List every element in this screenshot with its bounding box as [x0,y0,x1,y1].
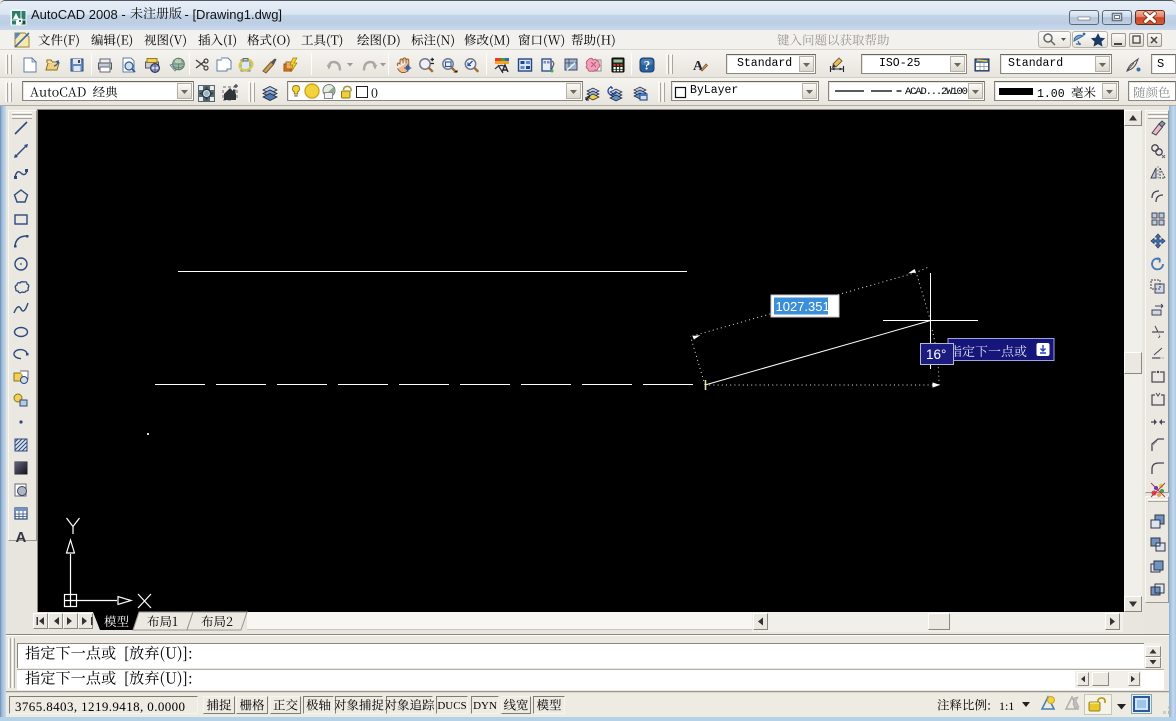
svg-text:1.00: 1.00 [1037,88,1065,101]
svg-text:?: ? [644,58,651,73]
svg-text:A: A [16,529,27,546]
svg-text:16°: 16° [926,347,946,362]
svg-text:A: A [693,59,704,74]
svg-text:1027.351: 1027.351 [776,299,830,314]
